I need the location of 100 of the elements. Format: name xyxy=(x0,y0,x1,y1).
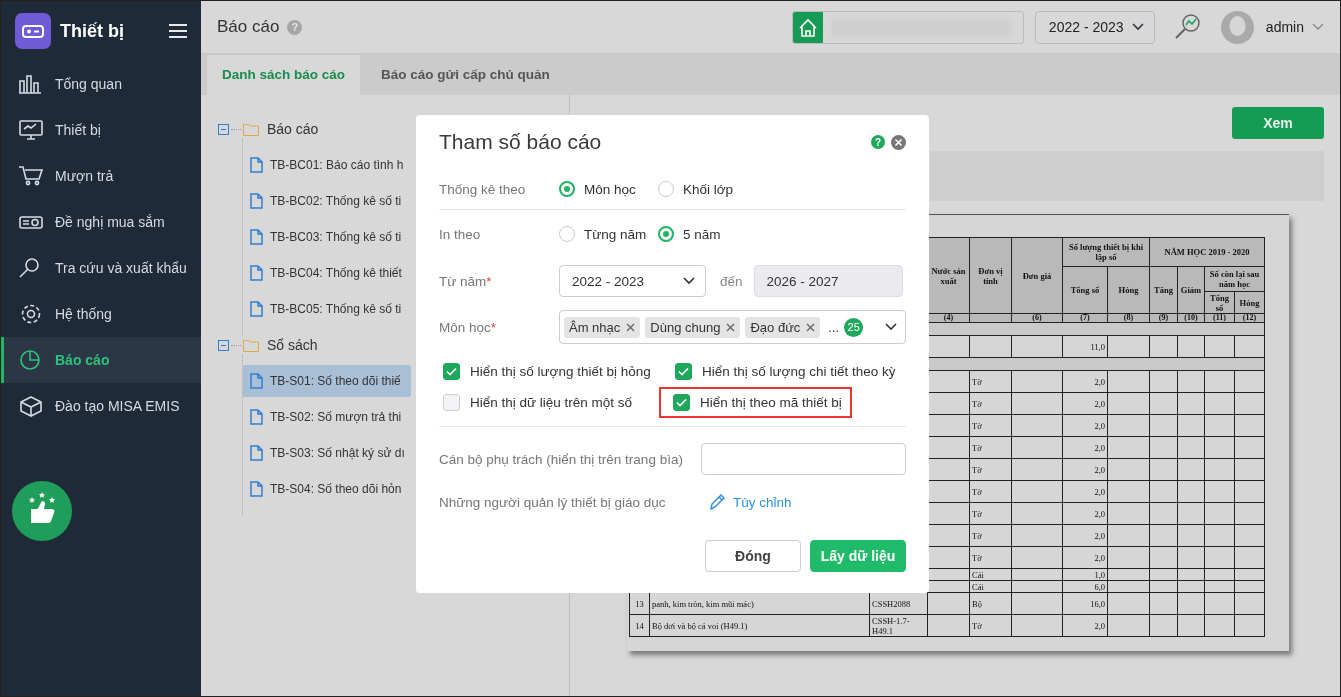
option-checkbox[interactable]: Hiển thị số lượng thiết bị hỏng xyxy=(439,356,661,387)
option-checkbox[interactable]: Hiển thị số lượng chi tiết theo kỳ xyxy=(671,356,906,387)
pencil-icon[interactable] xyxy=(709,493,725,511)
required-mark: * xyxy=(490,319,497,335)
column-header: Tổng số xyxy=(1210,292,1229,313)
unit-cell: Tờ xyxy=(972,620,982,631)
tree-item[interactable]: TB-S01: Số theo dõi thiế xyxy=(243,365,411,397)
quantity-cell: 16,0 xyxy=(1090,598,1105,609)
unit-cell: Tờ xyxy=(972,442,982,453)
quantity-cell: 2,0 xyxy=(1094,530,1105,541)
subject-tag[interactable]: Âm nhạc xyxy=(564,316,641,338)
tree-group-label[interactable]: Sổ sách xyxy=(267,337,318,353)
column-header: NĂM HỌC 2019 - 2020 xyxy=(1164,247,1250,257)
folder-icon xyxy=(243,338,259,352)
subject-tag[interactable]: Dùng chung xyxy=(645,316,741,338)
tree-item[interactable]: TB-BC03: Thống kê số ti xyxy=(243,221,411,253)
tree-item[interactable]: TB-BC02: Thống kê số ti xyxy=(243,185,411,217)
year-select[interactable]: 2022 - 2023 xyxy=(1034,10,1155,44)
quantity-cell: 2,0 xyxy=(1094,442,1105,453)
home-icon xyxy=(792,11,823,43)
radio-option[interactable]: Khối lớp xyxy=(658,181,757,197)
column-number: (11) xyxy=(1213,314,1226,322)
page-title: Báo cáo xyxy=(217,17,280,37)
cube-icon xyxy=(18,395,44,417)
field-label: đến xyxy=(720,273,743,289)
checkmark-icon xyxy=(676,398,687,407)
tree-item[interactable]: TB-S04: Số theo dõi hỏn xyxy=(243,473,411,505)
monitor-icon xyxy=(18,119,44,141)
customize-link[interactable]: Tùy chỉnh xyxy=(733,494,792,510)
field-label: Cán bộ phụ trách (hiển thị trên trang bìa) xyxy=(439,451,684,467)
column-header: Tổng số xyxy=(1070,285,1100,295)
document-icon xyxy=(250,229,263,245)
nav-item[interactable]: Hệ thống xyxy=(1,291,201,337)
caret-icon xyxy=(683,277,695,285)
field-label: In theo xyxy=(439,226,482,242)
thumbs-up-icon[interactable] xyxy=(12,481,72,541)
quantity-cell: 2,0 xyxy=(1094,398,1105,409)
quantity-cell: 2,0 xyxy=(1094,376,1105,387)
unit-cell: Cái xyxy=(972,581,984,592)
officer-input[interactable] xyxy=(701,443,906,475)
menu-icon[interactable] xyxy=(169,23,187,39)
collapse-icon[interactable] xyxy=(218,123,229,135)
radio-option[interactable]: 5 năm xyxy=(658,226,757,242)
tree-item[interactable]: TB-BC05: Thống kê số ti xyxy=(243,293,411,325)
required-mark: * xyxy=(486,273,492,289)
column-header: Hỏng xyxy=(1118,285,1139,295)
document-icon xyxy=(250,481,263,497)
document-icon xyxy=(250,445,263,461)
logo-icon xyxy=(15,13,51,49)
unit-cell: Tờ xyxy=(972,508,982,519)
quantity-cell: 2,0 xyxy=(1094,420,1105,431)
close-icon[interactable] xyxy=(891,134,906,150)
subject-tag[interactable]: Đạo đức xyxy=(745,316,821,338)
nav-item[interactable]: Đào tạo MISA EMIS xyxy=(1,383,201,429)
tree-item[interactable]: TB-S02: Số mượn trả thi xyxy=(243,401,411,433)
remove-icon[interactable] xyxy=(806,322,816,332)
radio-option[interactable]: Môn học xyxy=(559,181,658,197)
field-label: Những người quản lý thiết bị giáo dục xyxy=(439,494,667,510)
count-badge: 25 xyxy=(844,317,864,337)
item-code: CSSH2088 xyxy=(872,598,911,609)
tree-item[interactable]: TB-BC04: Thống kê thiết xyxy=(243,257,411,289)
document-icon xyxy=(250,301,263,317)
subject-multiselect[interactable]: Âm nhạc Dùng chung Đạo đức ... 25 xyxy=(559,310,906,344)
remove-icon[interactable] xyxy=(626,322,636,332)
option-checkbox[interactable]: Hiển thị dữ liệu trên một số xyxy=(439,387,643,418)
column-number: (12) xyxy=(1242,314,1257,322)
nav-item[interactable]: Mượn trả xyxy=(1,153,201,199)
tree-group-label[interactable]: Báo cáo xyxy=(267,121,319,137)
quantity-cell: 6,0 xyxy=(1094,581,1105,592)
tree-item[interactable]: TB-S03: Số nhật ký sử dı xyxy=(243,437,411,469)
quantity-cell: 2,0 xyxy=(1094,464,1105,475)
nav-item[interactable]: Tra cứu và xuất khẩu xyxy=(1,245,201,291)
app-name: Thiết bị xyxy=(60,20,124,42)
nav-item[interactable]: Tổng quan xyxy=(1,61,201,107)
document-icon xyxy=(250,157,263,173)
remove-icon[interactable] xyxy=(726,322,736,332)
quantity-cell: 2,0 xyxy=(1094,620,1105,631)
checkmark-icon xyxy=(678,367,689,376)
column-header: Tăng xyxy=(1154,285,1173,295)
user-name[interactable]: admin xyxy=(1265,19,1304,35)
quantity-cell: 2,0 xyxy=(1094,486,1105,497)
column-header: Nước sản xuất xyxy=(931,265,966,286)
row-number: 14 xyxy=(635,620,644,631)
close-button[interactable]: Đóng xyxy=(705,540,801,572)
caret-icon[interactable] xyxy=(885,323,897,331)
tab[interactable]: Báo cáo gửi cấp chủ quản xyxy=(366,55,565,95)
tree-item[interactable]: TB-BC01: Báo cáo tình h xyxy=(243,149,411,181)
from-year-select[interactable]: 2022 - 2023 xyxy=(559,265,706,297)
nav-item[interactable]: Báo cáo xyxy=(1,337,201,383)
collapse-icon[interactable] xyxy=(218,339,229,351)
column-number: (6) xyxy=(1032,314,1042,322)
to-year-field: 2026 - 2027 xyxy=(753,265,903,297)
nav-item[interactable]: Đề nghị mua sắm xyxy=(1,199,201,245)
radio-option[interactable]: Từng năm xyxy=(559,226,658,242)
unit-cell: Tờ xyxy=(972,420,982,431)
option-checkbox[interactable]: Hiển thị theo mã thiết bị xyxy=(659,387,852,418)
item-name: panh, kim tròn, kim mũi mác) xyxy=(652,598,754,609)
school-field[interactable] xyxy=(791,10,1024,44)
nav-item[interactable]: Thiết bị xyxy=(1,107,201,153)
document-icon xyxy=(250,193,263,209)
